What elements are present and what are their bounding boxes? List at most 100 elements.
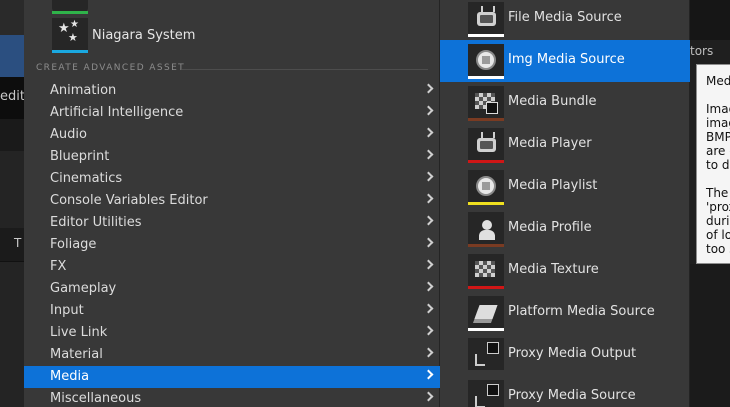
submenu-item-proxy-media-output[interactable]: Proxy Media Output (440, 334, 690, 376)
chevron-right-icon (423, 325, 434, 336)
submenu-item-media-texture[interactable]: Media Texture (440, 250, 690, 292)
category-label: Miscellaneous (50, 391, 142, 406)
submenu-item-label: Proxy Media Source (508, 388, 636, 403)
tooltip-line: of lo (706, 228, 730, 242)
chevron-right-icon (423, 171, 434, 182)
niagara-emitter-icon (52, 0, 88, 14)
category-item-animation[interactable]: Animation (24, 80, 440, 102)
chevron-right-icon (423, 105, 434, 116)
tooltip-line: imag (706, 116, 730, 130)
category-label: Gameplay (50, 281, 117, 296)
menu-item-niagara-system[interactable]: ★ ★ ★ Niagara System (24, 0, 440, 56)
category-item-miscellaneous[interactable]: Miscellaneous (24, 388, 440, 407)
chevron-right-icon (423, 347, 434, 358)
category-item-fx[interactable]: FX (24, 256, 440, 278)
section-divider (182, 69, 428, 70)
category-item-live-link[interactable]: Live Link (24, 322, 440, 344)
tooltip-line: 'prox (706, 200, 730, 214)
editor-background-top (0, 0, 24, 35)
proxy-output-icon (468, 338, 504, 370)
create-asset-menu: ★ ★ ★ Niagara System CREATE ADVANCED ASS… (24, 0, 440, 407)
niagara-system-label: Niagara System (92, 28, 196, 43)
submenu-item-media-bundle[interactable]: Media Bundle (440, 82, 690, 124)
proxy-source-icon (468, 380, 504, 407)
category-item-artificial-intelligence[interactable]: Artificial Intelligence (24, 102, 440, 124)
category-label: Cinematics (50, 171, 123, 186)
tooltip-line: Imag (706, 102, 730, 116)
editor-background-lower (0, 151, 24, 407)
submenu-item-label: File Media Source (508, 10, 622, 25)
category-label: Media (50, 369, 90, 384)
category-label: Artificial Intelligence (50, 105, 184, 120)
category-label: Console Variables Editor (50, 193, 208, 208)
category-item-gameplay[interactable]: Gameplay (24, 278, 440, 300)
chevron-right-icon (423, 215, 434, 226)
category-label: Foliage (50, 237, 97, 252)
tooltip-line: too s (706, 242, 730, 256)
category-label: Live Link (50, 325, 108, 340)
category-item-media[interactable]: Media (24, 366, 440, 388)
category-item-foliage[interactable]: Foliage (24, 234, 440, 256)
media-submenu: File Media Source Img Media Source Media… (440, 0, 690, 407)
submenu-item-proxy-media-source[interactable]: Proxy Media Source (440, 376, 690, 407)
asset-tooltip: Med Imag imag BMP are c to de The 'prox … (696, 64, 730, 264)
tv-icon (468, 2, 504, 37)
category-item-input[interactable]: Input (24, 300, 440, 322)
editor-top-right-fragment (690, 0, 730, 40)
editor-background-blue (0, 35, 24, 77)
tooltip-line: durin (706, 214, 730, 228)
submenu-item-label: Media Profile (508, 220, 592, 235)
category-label: Audio (50, 127, 87, 142)
chevron-right-icon (423, 281, 434, 292)
category-item-audio[interactable]: Audio (24, 124, 440, 146)
sphere-cube-icon (468, 44, 504, 79)
chevron-right-icon (423, 369, 434, 380)
chevron-right-icon (423, 303, 434, 314)
category-label: Animation (50, 83, 117, 98)
editor-tab-fragment[interactable]: T (0, 228, 24, 262)
sphere-cube-icon (468, 170, 504, 205)
category-item-console-variables-editor[interactable]: Console Variables Editor (24, 190, 440, 212)
tab-fragment-text: T (14, 236, 22, 250)
editor-background-mid (0, 119, 24, 151)
tooltip-line: The (706, 186, 729, 200)
chevron-right-icon (423, 237, 434, 248)
submenu-item-media-player[interactable]: Media Player (440, 124, 690, 166)
submenu-item-media-profile[interactable]: Media Profile (440, 208, 690, 250)
submenu-item-media-playlist[interactable]: Media Playlist (440, 166, 690, 208)
section-header-create-advanced-asset: CREATE ADVANCED ASSET (36, 63, 186, 73)
right-tab-fragment-text: tors (690, 44, 714, 58)
submenu-item-label: Platform Media Source (508, 304, 655, 319)
tooltip-title: Med (706, 74, 730, 88)
tooltip-line: are c (706, 144, 730, 158)
tooltip-line: BMP (706, 130, 730, 144)
editor-right-tab-fragment[interactable]: tors (690, 40, 730, 62)
chevron-right-icon (423, 127, 434, 138)
chevron-right-icon (423, 83, 434, 94)
chevron-right-icon (423, 193, 434, 204)
submenu-item-file-media-source[interactable]: File Media Source (440, 0, 690, 40)
submenu-item-label: Media Texture (508, 262, 599, 277)
person-icon (468, 212, 504, 247)
submenu-item-img-media-source[interactable]: Img Media Source (440, 40, 690, 82)
category-item-blueprint[interactable]: Blueprint (24, 146, 440, 168)
submenu-item-label: Media Playlist (508, 178, 598, 193)
submenu-item-platform-media-source[interactable]: Platform Media Source (440, 292, 690, 334)
category-label: Editor Utilities (50, 215, 142, 230)
tv-icon (468, 128, 504, 163)
stack-icon (468, 296, 504, 331)
category-item-editor-utilities[interactable]: Editor Utilities (24, 212, 440, 234)
editor-right-lower-fragment (690, 264, 730, 407)
checker-icon (468, 86, 504, 121)
submenu-item-label: Img Media Source (508, 52, 625, 67)
category-item-material[interactable]: Material (24, 344, 440, 366)
chevron-right-icon (423, 259, 434, 270)
tooltip-line: to de (706, 158, 730, 172)
submenu-item-label: Proxy Media Output (508, 346, 637, 361)
editor-toolbar-fragment: edit (0, 77, 25, 119)
chevron-right-icon (423, 149, 434, 160)
toolbar-fragment-text: edit (0, 89, 25, 104)
submenu-item-label: Media Player (508, 136, 592, 151)
category-item-cinematics[interactable]: Cinematics (24, 168, 440, 190)
category-label: Material (50, 347, 103, 362)
